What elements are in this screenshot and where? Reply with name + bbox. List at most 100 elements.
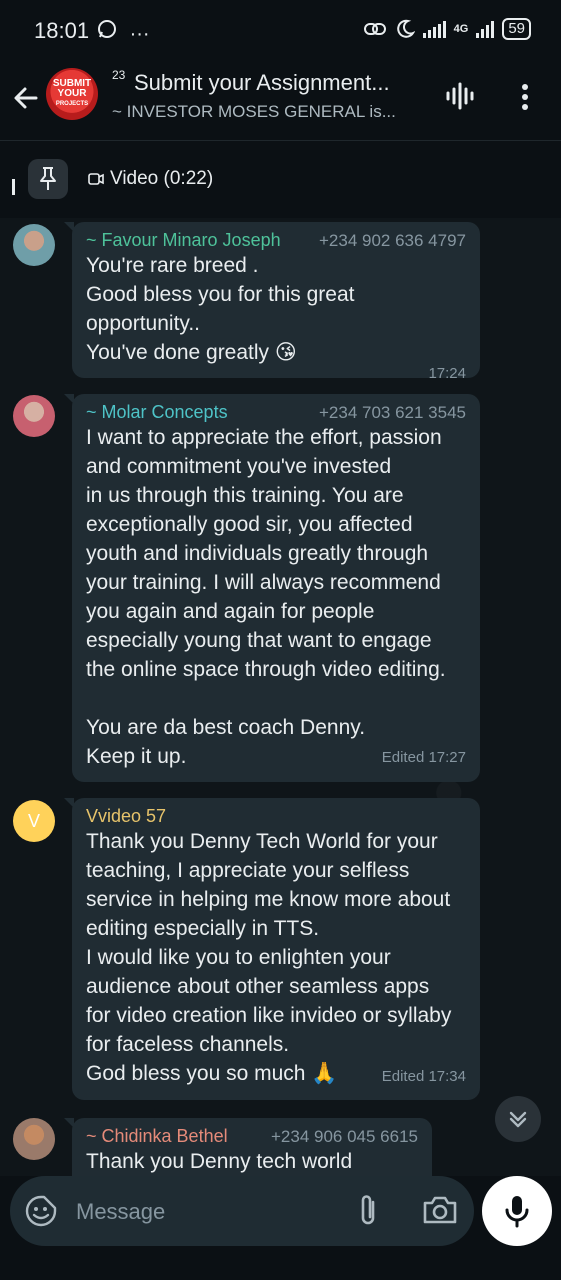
message-composer <box>0 1176 561 1280</box>
emoji-button[interactable] <box>24 1194 58 1228</box>
message-item[interactable]: ~ Molar Concepts +234 703 621 3545 I wan… <box>0 390 561 792</box>
message-item[interactable]: ~ Favour Minaro Joseph +234 902 636 4797… <box>0 218 561 388</box>
sender-name[interactable]: ~ Chidinka Bethel <box>86 1126 228 1147</box>
message-bubble[interactable]: ~ Favour Minaro Joseph +234 902 636 4797… <box>64 222 480 382</box>
message-line: You are da best coach Denny. <box>86 716 366 739</box>
message-line: Thank you Denny Tech World for your <box>86 830 438 853</box>
do-not-disturb-moon-icon <box>396 19 415 38</box>
cell-signal-icon <box>476 20 495 38</box>
waveform-icon <box>446 82 474 110</box>
group-avatar-text-3: PROJECTS <box>55 101 89 107</box>
microphone-button[interactable] <box>482 1176 552 1246</box>
pinned-label: Video (0:22) <box>110 168 214 189</box>
message-text: Thank you Denny Tech World for your teac… <box>86 827 466 1088</box>
kebab-menu-icon <box>522 84 528 110</box>
message-list[interactable]: ~ Favour Minaro Joseph +234 902 636 4797… <box>0 218 561 1176</box>
status-indicators: 4G 59 <box>363 18 531 40</box>
network-type: 4G <box>453 23 469 35</box>
message-text: You're rare breed . Good bless you for t… <box>86 251 466 367</box>
more-notifications-icon: ··· <box>129 23 150 45</box>
avatar-letter: V <box>27 810 40 831</box>
message-input[interactable] <box>74 1194 338 1230</box>
camera-icon <box>423 1196 457 1224</box>
link-icon <box>363 23 386 35</box>
attach-button[interactable] <box>353 1192 383 1230</box>
message-line: the online space through video editing. <box>86 658 446 681</box>
chat-header: SUBMIT YOUR PROJECTS 23 Submit your Assi… <box>0 60 561 140</box>
group-title[interactable]: Submit your Assignment... <box>134 70 390 96</box>
whatsapp-notification-icon <box>98 20 116 38</box>
sender-name[interactable]: ~ Molar Concepts <box>86 402 228 423</box>
sender-avatar[interactable] <box>13 1118 55 1160</box>
group-avatar-text-2: YOUR <box>57 88 87 99</box>
message-timestamp: 17:24 <box>428 365 466 382</box>
message-item[interactable]: ~ Chidinka Bethel +234 906 045 6615 Than… <box>0 1116 561 1176</box>
arrow-left-icon <box>14 87 38 109</box>
sender-phone: +234 703 621 3545 <box>318 403 466 422</box>
message-line: service in helping me know more about <box>86 888 451 911</box>
sender-row: ~ Favour Minaro Joseph +234 902 636 4797 <box>86 230 466 251</box>
message-line: in us through this training. You are <box>86 484 404 507</box>
group-subtitle[interactable]: ~ INVESTOR MOSES GENERAL is... <box>112 102 396 122</box>
message-line: audience about other seamless apps <box>86 975 430 998</box>
sender-row: Vvideo 57 <box>86 806 466 827</box>
message-line: You're rare breed . <box>86 254 259 277</box>
message-line: Thank you Denny tech world <box>86 1150 353 1173</box>
message-line: especially young that want to engage <box>86 629 432 652</box>
sender-avatar[interactable]: V <box>13 800 55 842</box>
notification-icons: ··· <box>96 18 150 46</box>
sender-avatar[interactable] <box>13 224 55 266</box>
back-button[interactable] <box>12 84 40 119</box>
double-chevron-down-icon <box>509 1111 527 1128</box>
sender-name[interactable]: Vvideo 57 <box>86 806 166 827</box>
message-bubble[interactable]: Vvideo 57 Thank you Denny Tech World for… <box>64 798 480 1100</box>
paperclip-icon <box>361 1195 375 1225</box>
sender-name[interactable]: ~ Favour Minaro Joseph <box>86 230 281 251</box>
microphone-icon <box>505 1196 529 1228</box>
status-time: 18:01 <box>34 18 90 43</box>
message-bubble[interactable]: ~ Molar Concepts +234 703 621 3545 I wan… <box>64 394 480 782</box>
message-line: exceptionally good sir, you affected <box>86 513 413 536</box>
scroll-to-bottom-button[interactable] <box>495 1096 541 1142</box>
sticker-emoji-icon <box>25 1195 57 1227</box>
message-line: I want to appreciate the effort, passion <box>86 426 442 449</box>
message-line: for faceless channels. <box>86 1033 290 1056</box>
message-line: You've done greatly 😘 <box>86 338 466 367</box>
wifi-signal-icon <box>422 20 446 38</box>
message-line: youth and individuals greatly through <box>86 542 429 565</box>
message-line-text: You've done greatly <box>86 341 270 364</box>
pin-icon <box>40 167 56 190</box>
pin-position-indicator <box>12 179 15 195</box>
message-line-blank <box>86 684 466 713</box>
sender-phone: +234 902 636 4797 <box>318 231 466 250</box>
group-avatar[interactable]: SUBMIT YOUR PROJECTS <box>46 68 98 120</box>
praying-hands-emoji: 🙏 <box>311 1061 338 1085</box>
unread-count: 23 <box>112 68 126 82</box>
voice-chat-button[interactable] <box>444 82 478 110</box>
message-line: for video creation like invideo or sylla… <box>86 1004 452 1027</box>
sender-avatar[interactable] <box>13 395 55 437</box>
message-line: teaching, I appreciate your selfless <box>86 859 410 882</box>
message-line: I would like you to enlighten your <box>86 946 391 969</box>
message-line: editing especially in TTS. <box>86 917 320 940</box>
message-line: your training. I will always recommend <box>86 571 441 594</box>
message-line: and commitment you've invested <box>86 455 392 478</box>
message-line-text: God bless you so much <box>86 1062 306 1085</box>
video-camera-icon <box>88 171 104 187</box>
message-line: Good bless you for this great <box>86 283 355 306</box>
battery-level: 59 <box>502 18 531 40</box>
message-text: I want to appreciate the effort, passion… <box>86 423 466 771</box>
kiss-emoji: 😘 <box>274 340 297 364</box>
sender-row: ~ Chidinka Bethel +234 906 045 6615 <box>86 1126 418 1147</box>
message-line: you again and again for people <box>86 600 375 623</box>
message-item[interactable]: V Vvideo 57 Thank you Denny Tech World f… <box>0 794 561 1104</box>
camera-button[interactable] <box>422 1194 458 1226</box>
message-line: opportunity.. <box>86 312 201 335</box>
pin-button[interactable] <box>28 159 68 199</box>
message-input-container[interactable] <box>10 1176 474 1246</box>
message-text: Thank you Denny tech world <box>86 1147 418 1176</box>
pinned-message-bar[interactable]: Video (0:22) <box>0 140 561 219</box>
sender-phone: +234 906 045 6615 <box>270 1127 418 1146</box>
message-bubble[interactable]: ~ Chidinka Bethel +234 906 045 6615 Than… <box>64 1118 432 1176</box>
menu-button[interactable] <box>512 82 538 112</box>
